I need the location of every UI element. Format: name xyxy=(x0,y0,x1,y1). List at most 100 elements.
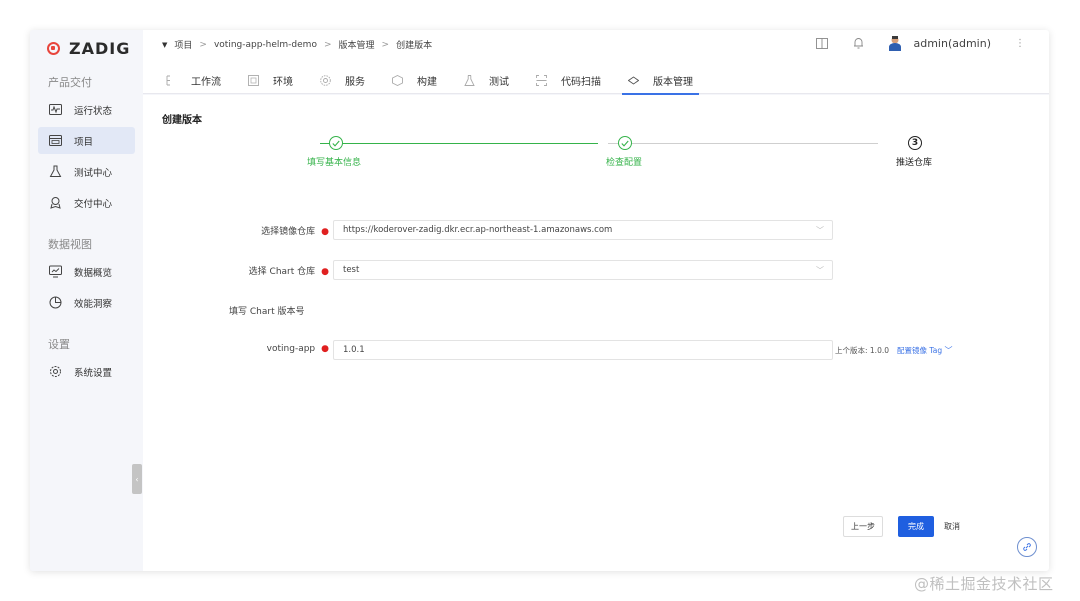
logo[interactable]: ZADIG xyxy=(47,38,130,58)
sidebar-item-insights[interactable]: 效能洞察 xyxy=(38,289,135,316)
chart-version-input[interactable]: 1.0.1 xyxy=(333,340,833,360)
scan-icon xyxy=(536,74,547,86)
sidebar-collapse-handle[interactable]: ‹ xyxy=(132,464,142,494)
tab-test[interactable]: 测试 xyxy=(464,66,509,94)
chevron-down-icon: ﹀ xyxy=(816,226,824,235)
user-name[interactable]: admin(admin) xyxy=(913,37,991,50)
breadcrumb: ▼ 项目 > voting-app-helm-demo > 版本管理 > 创建版… xyxy=(162,38,433,52)
avatar[interactable] xyxy=(887,35,903,51)
chart-repo-label: 选择 Chart 仓库 ● xyxy=(203,264,329,277)
tab-label: 构建 xyxy=(417,76,437,88)
config-image-tag-label: 配置镜像 Tag xyxy=(897,346,943,355)
service-label-text: voting-app xyxy=(266,344,316,354)
sidebar-item-test-center[interactable]: 测试中心 xyxy=(38,158,135,185)
chart-version-heading: 填写 Chart 版本号 xyxy=(229,307,305,317)
step-connector-done xyxy=(320,143,598,144)
sidebar-item-label: 项目 xyxy=(74,136,94,148)
sidebar-item-label: 效能洞察 xyxy=(74,298,113,310)
chart-repo-select[interactable]: test ﹀ xyxy=(333,260,833,280)
tab-code-scan[interactable]: 代码扫描 xyxy=(536,66,601,94)
image-repo-value: https://koderover-zadig.dkr.ecr.ap-north… xyxy=(343,225,613,235)
tab-label: 环境 xyxy=(273,76,293,88)
top-right-actions: admin(admin) ⋮ xyxy=(815,35,1027,51)
app-window: ZADIG 产品交付 运行状态 项目 测试中心 交付中心 数据视图 数据概览 效… xyxy=(30,30,1049,571)
chevron-down-icon: ﹀ xyxy=(944,346,953,355)
link-icon[interactable] xyxy=(1017,537,1037,557)
sidebar-item-label: 系统设置 xyxy=(74,367,113,379)
step-3-label: 推送仓库 xyxy=(896,158,933,168)
environment-icon xyxy=(248,74,259,86)
content-panel: 创建版本 填写基本信息 检查配置 3 推送仓库 选择镜像仓库 ● https://… xyxy=(143,95,1049,571)
flask-icon xyxy=(49,165,62,178)
chart-repo-label-text: 选择 Chart 仓库 xyxy=(248,267,316,277)
sidebar-item-label: 运行状态 xyxy=(74,105,113,117)
step-1-label: 填写基本信息 xyxy=(307,158,362,168)
more-vertical-icon[interactable]: ⋮ xyxy=(1013,36,1027,50)
breadcrumb-separator: > xyxy=(323,39,332,50)
docs-icon[interactable] xyxy=(815,36,829,50)
previous-step-button[interactable]: 上一步 xyxy=(843,516,883,537)
watermark-text: @稀土掘金技术社区 xyxy=(914,575,1054,593)
tab-label: 服务 xyxy=(345,76,365,88)
step-1-check-icon xyxy=(329,136,343,150)
caret-down-icon[interactable]: ▼ xyxy=(162,41,167,49)
previous-version-info: 上个版本: 1.0.0 配置镜像 Tag ﹀ xyxy=(835,345,952,356)
image-repo-label: 选择镜像仓库 ● xyxy=(203,224,329,237)
breadcrumb-item: 创建版本 xyxy=(396,41,433,51)
image-repo-label-text: 选择镜像仓库 xyxy=(261,227,316,237)
chart-repo-value: test xyxy=(343,265,360,275)
tab-service[interactable]: 服务 xyxy=(320,66,365,94)
tab-label: 代码扫描 xyxy=(561,76,601,88)
service-icon xyxy=(320,74,331,86)
breadcrumb-separator: > xyxy=(199,39,207,50)
config-image-tag-link[interactable]: 配置镜像 Tag ﹀ xyxy=(897,345,952,356)
sidebar-item-system-settings[interactable]: 系统设置 xyxy=(38,358,135,385)
sidebar-item-delivery-center[interactable]: 交付中心 xyxy=(38,189,135,216)
bell-icon[interactable] xyxy=(851,36,865,50)
pulse-icon xyxy=(49,103,62,116)
tab-label: 测试 xyxy=(489,76,509,88)
version-icon xyxy=(628,75,639,86)
dashboard-icon xyxy=(49,265,62,278)
sidebar-group-settings: 设置 xyxy=(48,338,70,351)
step-3-number: 3 xyxy=(908,136,922,150)
sidebar-item-status[interactable]: 运行状态 xyxy=(38,96,135,123)
sidebar-item-label: 测试中心 xyxy=(74,167,113,179)
sidebar: ZADIG 产品交付 运行状态 项目 测试中心 交付中心 数据视图 数据概览 效… xyxy=(30,30,143,571)
gear-icon xyxy=(49,365,62,378)
project-tabs: 工作流 环境 服务 构建 测试 代码扫描 版本管理 xyxy=(166,66,720,95)
sidebar-item-data-overview[interactable]: 数据概览 xyxy=(38,258,135,285)
breadcrumb-item[interactable]: 版本管理 xyxy=(339,38,375,51)
sidebar-item-label: 交付中心 xyxy=(74,198,113,210)
image-repo-select[interactable]: https://koderover-zadig.dkr.ecr.ap-north… xyxy=(333,220,833,240)
finish-button[interactable]: 完成 xyxy=(898,516,934,537)
cancel-button[interactable]: 取消 xyxy=(939,516,965,537)
tab-version-management[interactable]: 版本管理 xyxy=(622,66,699,95)
tab-label: 工作流 xyxy=(191,76,221,88)
chevron-down-icon: ﹀ xyxy=(816,266,824,275)
top-bar: ▼ 项目 > voting-app-helm-demo > 版本管理 > 创建版… xyxy=(143,30,1049,95)
build-icon xyxy=(392,74,403,86)
breadcrumb-separator: > xyxy=(381,39,390,50)
test-icon xyxy=(464,74,475,86)
page-title: 创建版本 xyxy=(162,115,202,126)
service-version-label: voting-app ● xyxy=(203,344,329,354)
step-2-label: 检查配置 xyxy=(606,158,643,168)
breadcrumb-item[interactable]: voting-app-helm-demo xyxy=(214,40,317,50)
step-2-check-icon xyxy=(618,136,632,150)
sidebar-item-label: 数据概览 xyxy=(74,267,113,279)
required-marker: ● xyxy=(321,344,329,354)
tab-workflow[interactable]: 工作流 xyxy=(166,66,221,94)
tab-environment[interactable]: 环境 xyxy=(248,66,293,94)
project-icon xyxy=(49,134,62,147)
tab-label: 版本管理 xyxy=(653,76,693,88)
delivery-icon xyxy=(49,196,62,209)
breadcrumb-item[interactable]: 项目 xyxy=(174,38,192,51)
main-area: ▼ 项目 > voting-app-helm-demo > 版本管理 > 创建版… xyxy=(143,30,1049,571)
logo-text: ZADIG xyxy=(69,38,131,58)
step-connector-pending xyxy=(608,143,878,144)
tab-build[interactable]: 构建 xyxy=(392,66,437,94)
required-marker: ● xyxy=(321,227,329,237)
sidebar-item-project[interactable]: 项目 xyxy=(38,127,135,154)
chart-version-value: 1.0.1 xyxy=(343,345,365,355)
